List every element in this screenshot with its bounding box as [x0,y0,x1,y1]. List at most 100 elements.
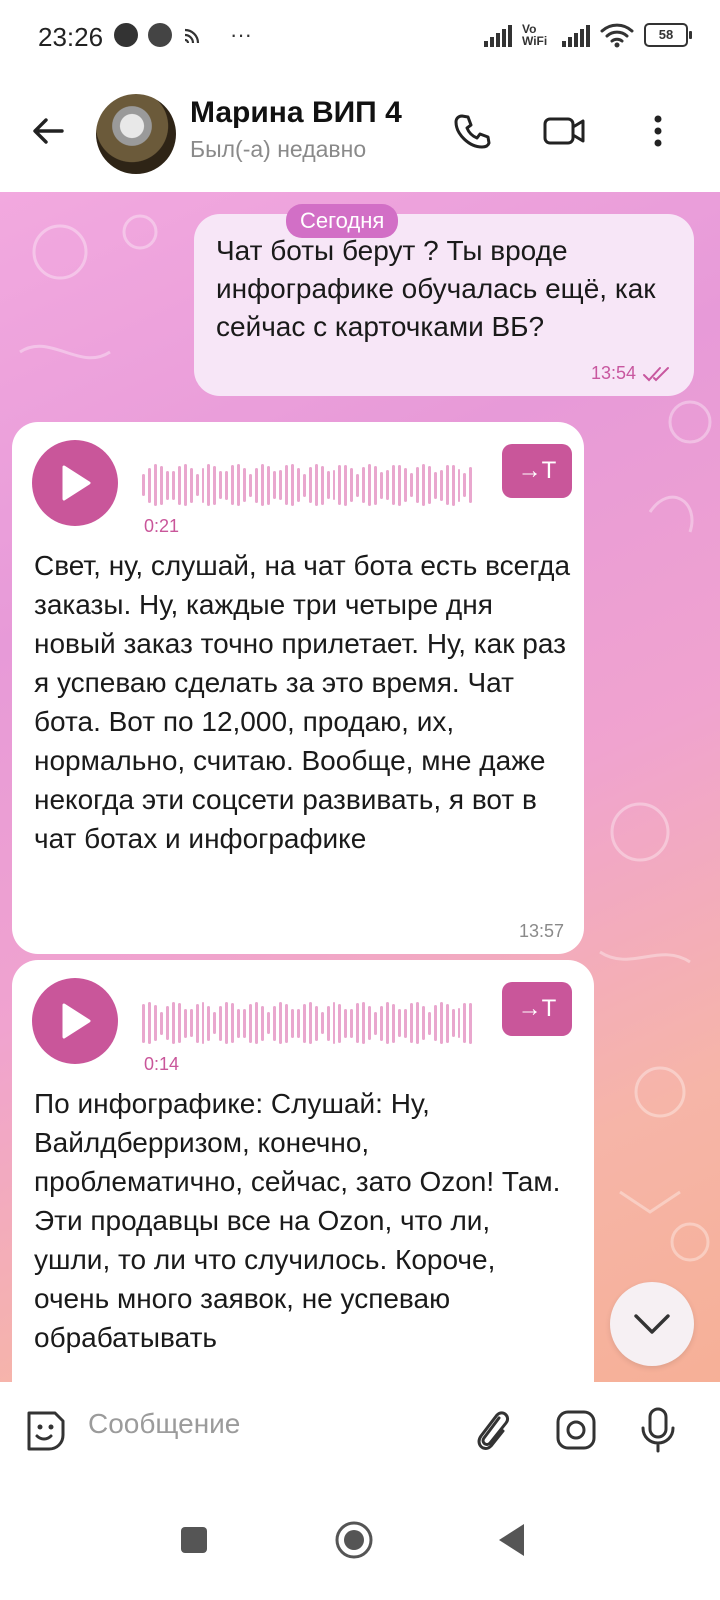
waveform-bar [261,1005,265,1041]
waveform-bar [421,1006,425,1040]
status-bar: 23:26 ··· Vo WiFi 58 [0,0,720,78]
waveform-bar [392,465,395,505]
waveform-bar [296,468,300,502]
attach-icon [477,1411,510,1450]
double-check-icon [643,366,669,381]
chat-area[interactable]: Чат боты берут ? Ты вроде инфографике об… [0,192,720,1382]
contact-status: Был(-а) недавно [190,136,367,162]
waveform[interactable] [142,1000,473,1046]
waveform-bar [409,473,413,497]
waveform-bar [356,473,360,497]
waveform-bar [332,1002,336,1044]
phone-icon [454,114,491,149]
mic-icon [641,1407,675,1453]
status-time: 23:26 [38,22,104,52]
signal-icon-2 [562,23,590,47]
waveform-bar [213,1012,217,1034]
sticker-icon [27,1411,65,1451]
waveform-bar [296,1008,300,1038]
waveform[interactable] [142,462,473,508]
waveform-bar [249,1003,253,1043]
video-call-button[interactable] [542,109,586,153]
waveform-bar [338,465,342,505]
waveform-bar [463,473,467,497]
play-button[interactable] [32,978,118,1064]
waveform-bar [320,465,324,505]
waveform-bar [225,470,229,500]
voice-message[interactable]: 0:14 →T По инфографике: Слушай: Ну, Вайл… [12,960,594,1382]
waveform-bar [261,464,265,506]
voice-duration: 0:21 [144,516,180,536]
video-icon [543,117,585,145]
waveform-bar [171,1002,175,1044]
waveform-bar [403,1008,407,1038]
play-button[interactable] [32,440,118,526]
wifi-icon [600,23,634,48]
waveform-bar [362,467,366,503]
nav-back-button[interactable] [490,1518,534,1562]
sticker-button[interactable] [22,1406,70,1454]
waveform-bar [427,466,431,504]
voice-player: 0:21 →T [32,440,572,540]
waveform-bar [326,1005,330,1041]
waveform-bar [165,470,169,500]
waveform-bar [374,1011,378,1035]
waveform-bar [142,1003,145,1043]
transcribe-button[interactable]: →T [502,982,572,1036]
transcribe-button[interactable]: →T [502,444,572,498]
voice-player: 0:14 →T [32,978,572,1078]
home-button[interactable] [332,1518,376,1562]
waveform-bar [284,1003,288,1043]
waveform-bar [189,467,193,503]
recents-icon [181,1527,207,1553]
camera-button[interactable] [552,1406,600,1454]
play-icon [62,465,91,501]
waveform-bar [344,1008,348,1038]
waveform-bar [326,471,330,499]
waveform-bar [201,1002,205,1044]
waveform-bar [147,467,151,503]
waveform-bar [243,468,247,502]
contact-name[interactable]: Марина ВИП 4 [190,96,402,130]
date-chip: Сегодня [286,204,399,238]
avatar[interactable] [96,94,176,174]
waveform-bar [278,1002,282,1044]
voice-message[interactable]: 0:21 →T Свет, ну, слушай, на чат бота ес… [12,422,584,954]
waveform-bar [302,473,306,497]
back-button[interactable] [28,111,68,151]
waveform-bar [142,474,145,496]
waveform-bar [451,464,455,506]
waveform-bar [308,1002,312,1044]
waveform-bar [439,469,443,501]
scroll-down-button[interactable] [610,1282,694,1366]
more-options-button[interactable] [636,109,680,153]
voice-record-button[interactable] [634,1406,682,1454]
waveform-bar [403,468,407,502]
waveform-bar [255,1002,259,1044]
waveform-bar [189,1009,193,1037]
cast-icon [184,28,200,44]
waveform-bar [153,464,157,506]
waveform-bar [368,464,372,506]
waveform-bar [427,1011,431,1035]
message-text: Чат боты берут ? Ты вроде инфографике об… [216,235,656,342]
waveform-bar [350,468,354,502]
waveform-bar [397,464,401,506]
waveform-bar [451,1009,455,1037]
waveform-bar [463,1003,467,1043]
waveform-bar [272,471,276,499]
message-time: 13:54 [590,363,636,383]
waveform-bar [177,1003,181,1043]
message-meta: 13:54 [591,363,672,384]
waveform-bar [392,1003,395,1043]
waveform-bar [249,473,253,497]
waveform-bar [195,1003,199,1043]
waveform-bar [195,474,199,496]
recents-button[interactable] [172,1518,216,1562]
waveform-bar [219,471,223,499]
message-input[interactable]: Сообщение [88,1408,240,1440]
outgoing-message[interactable]: Чат боты берут ? Ты вроде инфографике об… [194,214,694,396]
attach-button[interactable] [468,1406,516,1454]
call-button[interactable] [450,109,494,153]
waveform-bar [147,1002,151,1044]
